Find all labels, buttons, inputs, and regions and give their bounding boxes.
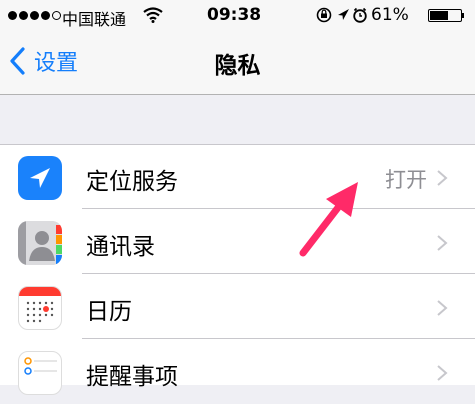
status-icons [316,7,367,23]
battery-tip [462,13,464,18]
row-location-services[interactable]: 定位服务 打开 [0,145,475,209]
status-time: 09:38 [207,5,262,25]
carrier-name: 中国联通 [62,10,127,29]
row-reminders[interactable]: 提醒事项 [0,340,475,404]
chevron-right-icon [437,365,448,381]
row-label: 通讯录 [86,234,155,260]
row-value: 打开 [385,168,427,192]
contacts-icon [18,221,62,265]
reminders-icon [18,351,62,395]
location-services-icon [18,156,62,200]
alarm-icon [353,7,367,23]
row-contacts[interactable]: 通讯录 [0,210,475,274]
battery-icon [428,9,462,22]
row-label: 定位服务 [86,169,178,195]
status-bar: 中国联通 09:38 61% [0,0,475,30]
navigation-bar: 设置 隐私 [0,30,475,95]
chevron-right-icon [437,300,448,316]
calendar-icon [18,286,62,330]
chevron-right-icon [437,170,448,186]
row-label: 日历 [86,299,132,325]
row-calendar[interactable]: 日历 [0,275,475,339]
row-label: 提醒事项 [86,364,178,390]
location-arrow-icon [338,9,349,20]
page-title: 隐私 [214,53,261,79]
signal-strength-icon [8,11,61,20]
battery-percentage: 61% [371,5,409,25]
wifi-icon [143,7,163,23]
chevron-right-icon [437,235,448,251]
privacy-settings-list: 定位服务 打开 通讯录 日历 提醒事项 [0,144,475,395]
rotation-lock-icon [316,7,332,23]
